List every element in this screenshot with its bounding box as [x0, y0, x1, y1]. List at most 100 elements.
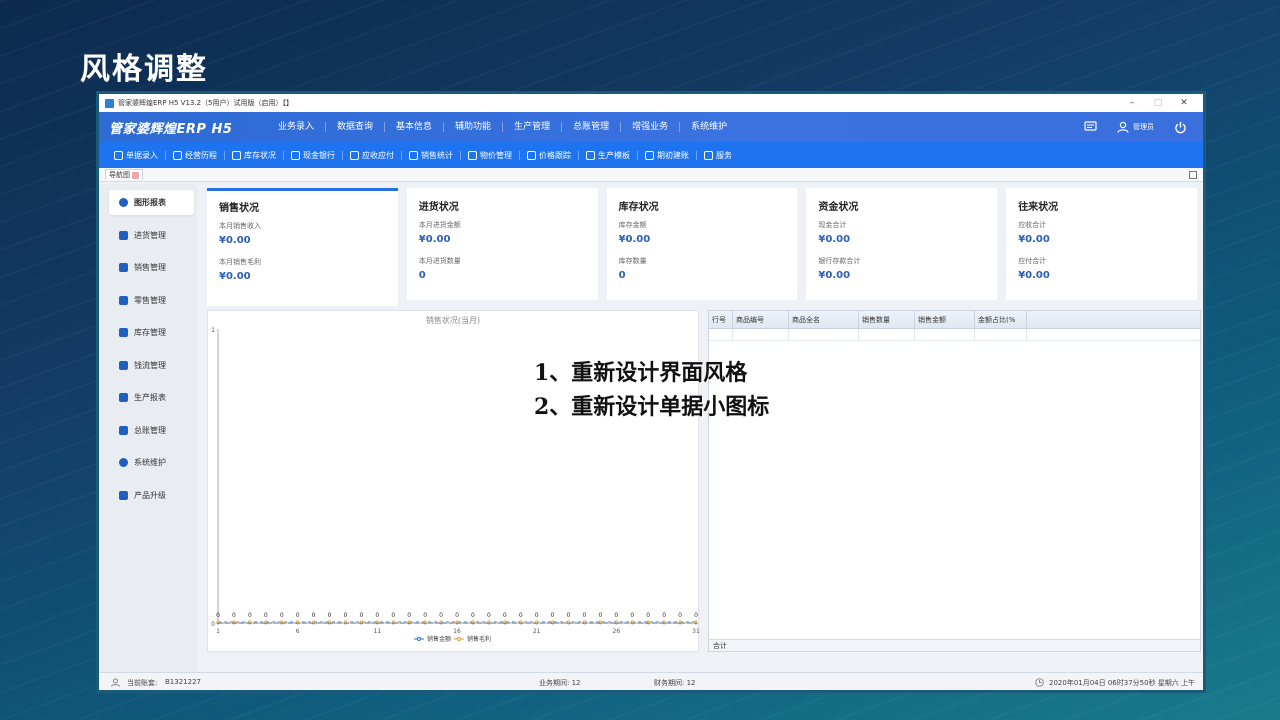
- card-field-label: 应收合计: [1018, 221, 1047, 229]
- sidebar-item-icon: [119, 198, 128, 207]
- restore-icon[interactable]: [1189, 170, 1197, 179]
- data-label: 0: [248, 612, 252, 619]
- sidebar-item-7[interactable]: 总账管理: [109, 418, 194, 443]
- data-label: 0: [312, 612, 316, 619]
- sidebar-item-0[interactable]: 图形报表: [109, 190, 194, 215]
- summary-card-0[interactable]: 销售状况 本月销售收入 ¥0.00 本月销售毛利 ¥0.00: [207, 188, 398, 306]
- menu-item-7[interactable]: 系统维护: [680, 122, 738, 132]
- window-title: 管家婆辉煌ERP H5 V13.2（5用户）试用版（启用）【】: [118, 99, 294, 107]
- quick-item-8[interactable]: 生产模板: [579, 150, 638, 160]
- brand-logo: 管家婆辉煌ERP H5: [109, 121, 233, 137]
- column-header-0[interactable]: 行号: [709, 311, 733, 328]
- summary-card-2[interactable]: 库存状况 库存金额 ¥0.00 库存数量 0: [606, 188, 798, 300]
- business-period: 业务期间: 12: [539, 679, 581, 687]
- close-button[interactable]: ✕: [1171, 98, 1197, 108]
- quick-item-9[interactable]: 期初建账: [638, 150, 697, 160]
- quick-item-label: 期初建账: [657, 150, 689, 160]
- quick-item-4[interactable]: 应收应付: [343, 150, 402, 160]
- user-button[interactable]: 管理员: [1117, 121, 1154, 133]
- column-header-2[interactable]: 商品全名: [789, 311, 859, 328]
- data-label: 0: [423, 612, 427, 619]
- workspace: 图形报表进货管理销售管理零售管理库存管理钱流管理生产报表总账管理系统维护产品升级…: [99, 184, 1203, 672]
- data-point: [630, 620, 634, 624]
- column-header-5[interactable]: 金额占比(%: [975, 311, 1027, 328]
- column-header-3[interactable]: 销售数量: [859, 311, 915, 328]
- quick-item-label: 应收应付: [362, 150, 394, 160]
- account-id: B1321227: [165, 678, 201, 686]
- quick-item-label: 价格跟踪: [539, 150, 571, 160]
- sidebar-item-5[interactable]: 钱流管理: [109, 353, 194, 378]
- data-label: 0: [567, 612, 571, 619]
- quick-item-2[interactable]: 库存状况: [225, 150, 284, 160]
- card-title: 销售状况: [219, 203, 259, 214]
- data-point: [471, 620, 475, 624]
- table-cell: [915, 329, 975, 340]
- menu-item-3[interactable]: 辅助功能: [444, 122, 504, 132]
- quick-item-6[interactable]: 物价管理: [461, 150, 520, 160]
- quick-item-10[interactable]: 服务: [697, 150, 739, 160]
- dashboard: 销售状况 本月销售收入 ¥0.00 本月销售毛利 ¥0.00 进货状况 本月进货金额 ¥0.0…: [197, 184, 1203, 672]
- quick-item-5[interactable]: 销售统计: [402, 150, 461, 160]
- sidebar-item-icon: [119, 230, 128, 240]
- menu-item-2[interactable]: 基本信息: [385, 122, 445, 132]
- data-label: 0: [503, 612, 507, 619]
- legend-marker: [457, 637, 461, 641]
- sidebar-item-8[interactable]: 系统维护: [109, 450, 194, 475]
- card-title: 资金状况: [818, 202, 859, 213]
- data-label: 0: [598, 612, 602, 619]
- column-header-4[interactable]: 销售金额: [915, 311, 975, 328]
- clock-icon: [1035, 678, 1044, 689]
- sidebar-item-3[interactable]: 零售管理: [109, 288, 194, 313]
- menu-item-6[interactable]: 增强业务: [621, 122, 681, 132]
- data-label: 0: [296, 612, 300, 619]
- table-cell: [709, 329, 733, 340]
- table-cell: [733, 329, 789, 340]
- sidebar-item-label: 生产报表: [134, 393, 166, 402]
- sidebar-item-1[interactable]: 进货管理: [109, 223, 194, 248]
- sidebar-item-label: 图形报表: [134, 198, 166, 207]
- column-header-1[interactable]: 商品编号: [733, 311, 789, 328]
- data-point: [232, 620, 236, 624]
- quick-item-icon: [409, 150, 418, 160]
- note-1: 1、重新设计界面风格: [534, 360, 748, 386]
- sidebar-item-9[interactable]: 产品升级: [109, 483, 194, 508]
- sidebar-item-2[interactable]: 销售管理: [109, 255, 194, 280]
- card-field-value: ¥0.00: [219, 235, 251, 246]
- card-field-value: 0: [618, 270, 626, 281]
- data-point: [678, 620, 682, 624]
- sidebar-item-6[interactable]: 生产报表: [109, 385, 194, 410]
- data-label: 0: [280, 612, 284, 619]
- quick-item-0[interactable]: 单据录入: [107, 150, 166, 160]
- menu-item-4[interactable]: 生产管理: [503, 122, 563, 132]
- quick-item-3[interactable]: 现金银行: [284, 150, 343, 160]
- power-icon[interactable]: [1174, 121, 1187, 134]
- maximize-button[interactable]: □: [1145, 98, 1171, 108]
- card-title: 往来状况: [1018, 202, 1059, 213]
- quick-item-icon: [527, 150, 536, 160]
- sidebar-item-label: 系统维护: [134, 458, 166, 467]
- card-field-label: 本月进货金额: [418, 221, 461, 229]
- datetime: 2020年01月04日 06时37分50秒 星期六 上午: [1049, 679, 1196, 687]
- data-point: [455, 620, 459, 624]
- menu-item-0[interactable]: 业务录入: [267, 122, 327, 132]
- summary-card-4[interactable]: 往来状况 应收合计 ¥0.00 应付合计 ¥0.00: [1006, 188, 1197, 300]
- summary-card-1[interactable]: 进货状况 本月进货金额 ¥0.00 本月进货数量 0: [406, 188, 598, 300]
- summary-card-3[interactable]: 资金状况 现金合计 ¥0.00 银行存款合计 ¥0.00: [806, 188, 998, 300]
- minimize-button[interactable]: –: [1119, 98, 1145, 108]
- sidebar-item-4[interactable]: 库存管理: [109, 320, 194, 345]
- quick-item-1[interactable]: 经营历程: [166, 150, 225, 160]
- data-point: [248, 620, 252, 624]
- sidebar-item-icon: [119, 425, 128, 435]
- quick-item-icon: [114, 150, 123, 160]
- tab-close-icon[interactable]: [132, 171, 139, 179]
- menu-item-1[interactable]: 数据查询: [326, 122, 386, 132]
- data-point: [312, 620, 315, 624]
- main-menu: 业务录入 数据查询 基本信息 辅助功能 生产管理 总账管理 增强业务 系统维护: [267, 122, 1064, 132]
- quick-item-7[interactable]: 价格跟踪: [520, 150, 579, 160]
- sidebar-item-icon: [119, 328, 128, 337]
- table-row[interactable]: [709, 329, 1200, 341]
- menu-item-5[interactable]: 总账管理: [562, 122, 622, 132]
- x-tick-label: 6: [296, 628, 300, 635]
- message-icon[interactable]: [1084, 121, 1097, 133]
- nav-tab[interactable]: 导航图: [105, 169, 143, 180]
